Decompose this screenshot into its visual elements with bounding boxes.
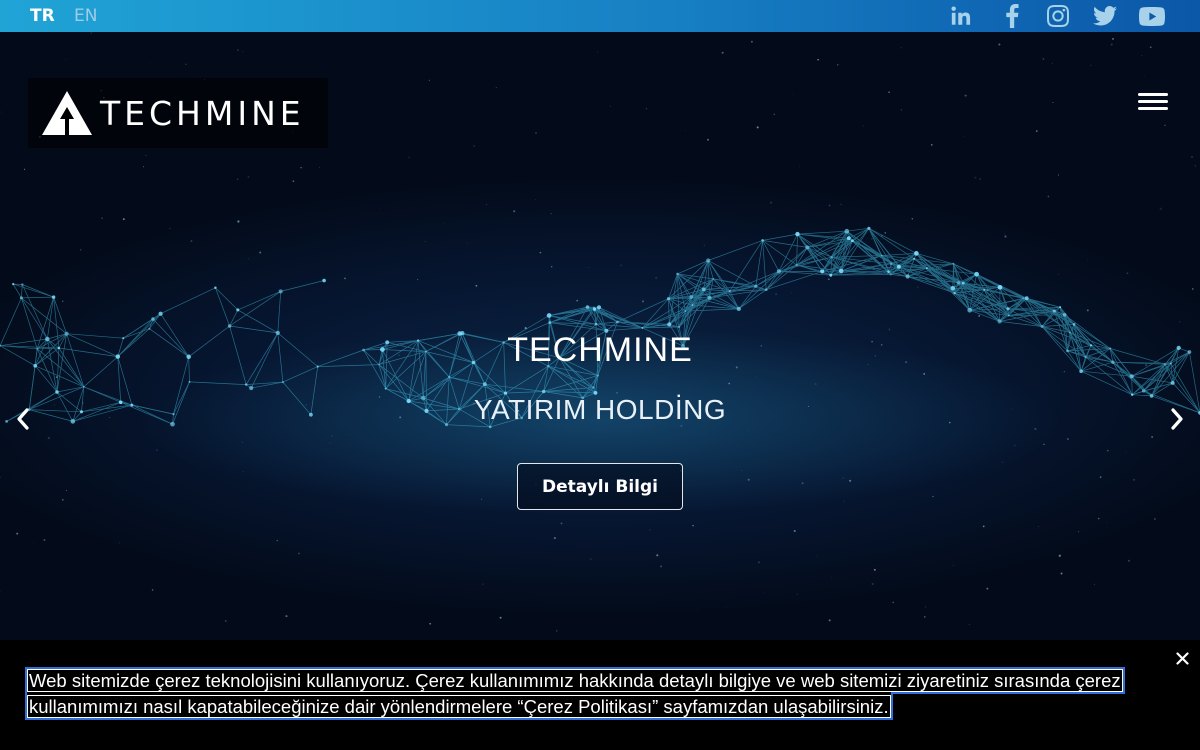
cookie-notice-text[interactable]: Web sitemizde çerez teknolojisini kullan… <box>25 667 1141 720</box>
details-button[interactable]: Detaylı Bilgi <box>517 463 683 510</box>
hero-slider: TECHMINE TECHMINE YATIRIM HOLDİNG Detayl… <box>0 32 1200 640</box>
top-bar: TR EN <box>0 0 1200 32</box>
youtube-icon[interactable] <box>1138 3 1166 29</box>
instagram-icon[interactable] <box>1044 3 1072 29</box>
logo-triangle-icon <box>42 91 92 135</box>
language-en-link[interactable]: EN <box>74 7 97 25</box>
hero-subtitle: YATIRIM HOLDİNG <box>473 394 727 425</box>
hero-title: TECHMINE <box>507 331 693 369</box>
facebook-icon[interactable] <box>998 3 1026 29</box>
close-icon[interactable] <box>1172 648 1192 668</box>
twitter-icon[interactable] <box>1091 3 1119 29</box>
techmine-logo[interactable]: TECHMINE <box>28 78 328 148</box>
linkedin-icon[interactable] <box>947 3 975 29</box>
cookie-notice-link[interactable]: Web sitemizde çerez teknolojisini kullan… <box>25 667 1125 720</box>
language-tr-link[interactable]: TR <box>30 7 55 25</box>
logo-text: TECHMINE <box>100 93 305 133</box>
hamburger-menu-icon[interactable] <box>1138 88 1168 114</box>
